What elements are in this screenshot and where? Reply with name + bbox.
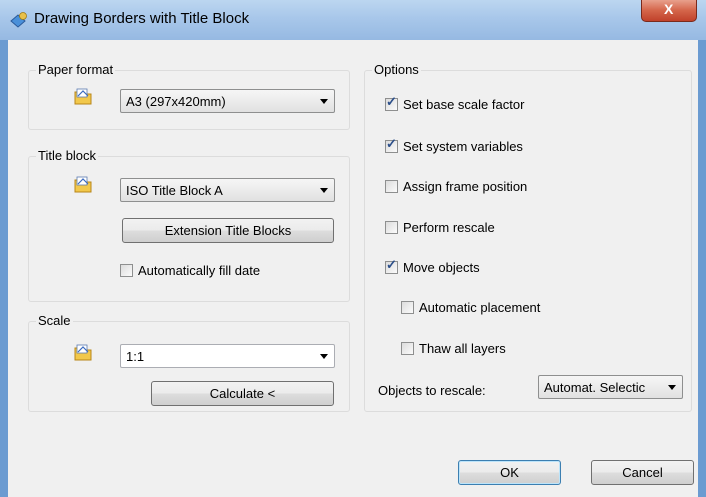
cancel-button[interactable]: Cancel bbox=[591, 460, 694, 485]
automatic-placement-label: Automatic placement bbox=[419, 300, 541, 315]
scale-group: Scale 1:1 Calculate < bbox=[28, 313, 350, 412]
dialog-title: Drawing Borders with Title Block bbox=[34, 10, 250, 27]
chevron-down-icon bbox=[668, 385, 676, 390]
folder-icon bbox=[74, 88, 92, 105]
automatic-placement-checkbox[interactable]: Automatic placement bbox=[401, 300, 601, 316]
perform-rescale-checkbox[interactable]: Perform rescale bbox=[385, 220, 585, 236]
set-base-scale-factor-label: Set base scale factor bbox=[403, 97, 525, 112]
set-base-scale-factor-checkbox[interactable]: ✓ Set base scale factor bbox=[385, 94, 585, 113]
ok-button[interactable]: OK bbox=[458, 460, 561, 485]
paper-format-group: Paper format A3 (297x420mm) bbox=[28, 62, 350, 130]
close-button[interactable]: X bbox=[641, 0, 697, 22]
checkbox-box bbox=[385, 221, 398, 234]
auto-fill-date-checkbox[interactable]: Automatically fill date bbox=[120, 263, 300, 279]
checkbox-box bbox=[401, 342, 414, 355]
assign-frame-position-label: Assign frame position bbox=[403, 179, 528, 194]
folder-icon bbox=[74, 344, 92, 361]
chevron-down-icon bbox=[320, 354, 328, 359]
move-objects-label: Move objects bbox=[403, 260, 480, 275]
checkmark-icon: ✓ bbox=[386, 136, 397, 151]
set-system-variables-checkbox[interactable]: ✓ Set system variables bbox=[385, 136, 585, 155]
chevron-down-icon bbox=[320, 99, 328, 104]
checkmark-icon: ✓ bbox=[386, 257, 397, 272]
checkbox-box bbox=[385, 180, 398, 193]
paper-format-label: Paper format bbox=[36, 62, 116, 77]
assign-frame-position-checkbox[interactable]: Assign frame position bbox=[385, 179, 585, 195]
perform-rescale-label: Perform rescale bbox=[403, 220, 495, 235]
dialog-body: Paper format A3 (297x420mm) Title block … bbox=[8, 40, 698, 497]
checkbox-box bbox=[120, 264, 133, 277]
scale-label: Scale bbox=[36, 313, 73, 328]
thaw-all-layers-checkbox[interactable]: Thaw all layers bbox=[401, 341, 601, 357]
move-objects-checkbox[interactable]: ✓ Move objects bbox=[385, 257, 585, 276]
objects-to-rescale-value: Automat. Selectic bbox=[544, 380, 646, 395]
extension-title-blocks-button[interactable]: Extension Title Blocks bbox=[122, 218, 334, 243]
close-icon: X bbox=[664, 1, 674, 17]
checkmark-icon: ✓ bbox=[386, 94, 397, 109]
dialog-window: Drawing Borders with Title Block X Paper… bbox=[0, 0, 706, 497]
scale-select[interactable]: 1:1 bbox=[120, 344, 335, 368]
checkbox-box bbox=[401, 301, 414, 314]
dialog-app-icon bbox=[10, 12, 27, 28]
scale-value: 1:1 bbox=[126, 349, 145, 364]
thaw-all-layers-label: Thaw all layers bbox=[419, 341, 506, 356]
paper-format-select[interactable]: A3 (297x420mm) bbox=[120, 89, 335, 113]
auto-fill-date-label: Automatically fill date bbox=[138, 263, 261, 278]
folder-icon bbox=[74, 176, 92, 193]
objects-to-rescale-label: Objects to rescale: bbox=[378, 383, 486, 398]
options-label: Options bbox=[372, 62, 421, 77]
paper-format-value: A3 (297x420mm) bbox=[126, 94, 226, 109]
title-block-group: Title block ISO Title Block A Extension … bbox=[28, 148, 350, 302]
title-block-value: ISO Title Block A bbox=[126, 183, 223, 198]
calculate-button[interactable]: Calculate < bbox=[151, 381, 334, 406]
title-block-select[interactable]: ISO Title Block A bbox=[120, 178, 335, 202]
objects-to-rescale-select[interactable]: Automat. Selectic bbox=[538, 375, 683, 399]
title-bar[interactable]: Drawing Borders with Title Block X bbox=[0, 0, 706, 40]
options-group: Options ✓ Set base scale factor ✓ Set sy… bbox=[364, 62, 692, 412]
title-block-label: Title block bbox=[36, 148, 99, 163]
chevron-down-icon bbox=[320, 188, 328, 193]
set-system-variables-label: Set system variables bbox=[403, 139, 523, 154]
